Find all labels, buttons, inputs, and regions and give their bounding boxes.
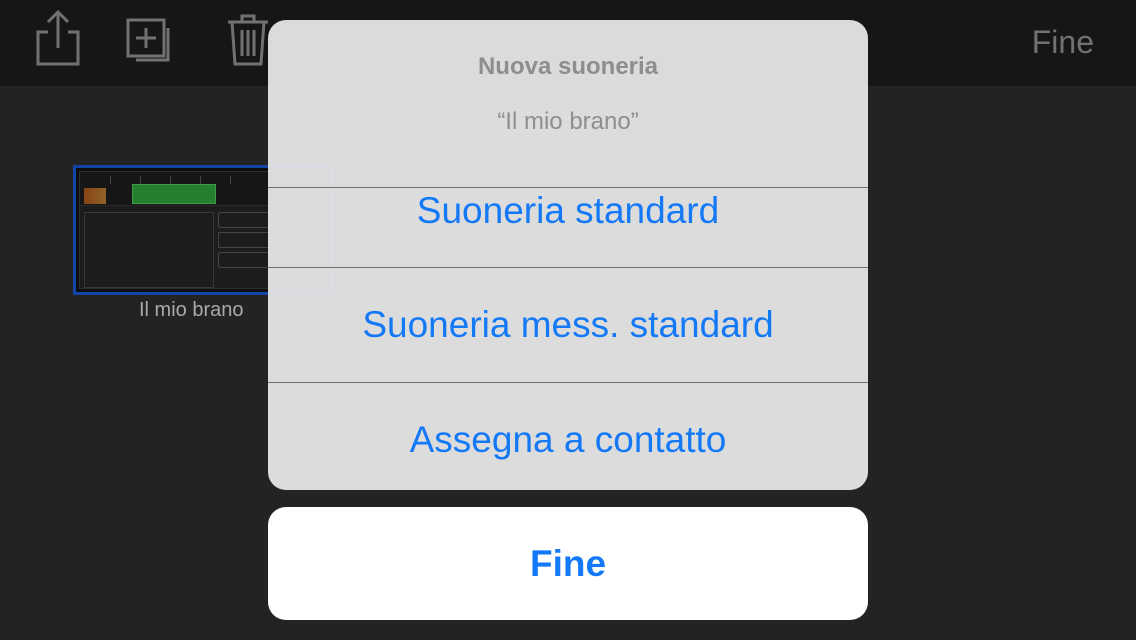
action-sheet: Nuova suoneria “Il mio brano” Suoneria s…: [268, 20, 868, 490]
assign-to-contact-button[interactable]: Assegna a contatto: [268, 382, 868, 490]
action-sheet-title: Nuova suoneria: [477, 53, 659, 80]
action-sheet-message: “Il mio brano”: [497, 108, 639, 135]
standard-ringtone-button[interactable]: Suoneria standard: [268, 187, 868, 267]
standard-message-tone-button[interactable]: Suoneria mess. standard: [268, 267, 868, 382]
cancel-done-button[interactable]: Fine: [268, 507, 868, 620]
action-sheet-header: Nuova suoneria “Il mio brano”: [268, 20, 868, 187]
